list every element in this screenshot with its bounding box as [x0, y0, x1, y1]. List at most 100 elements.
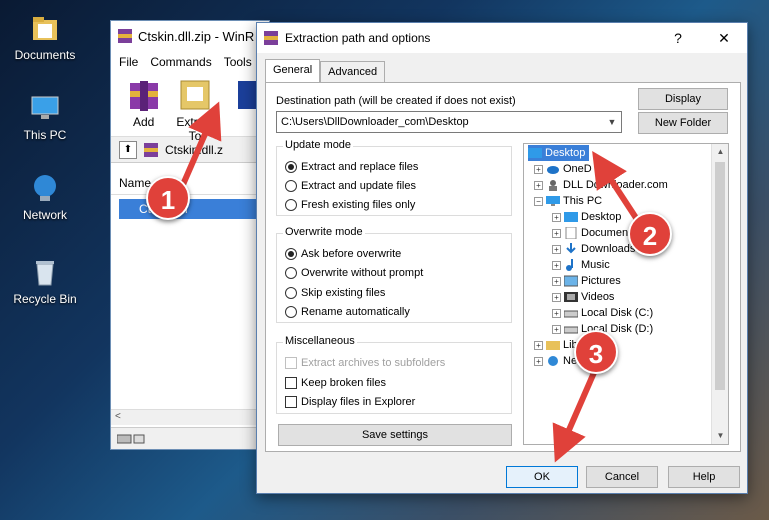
- radio-extract-replace[interactable]: Extract and replace files: [285, 159, 418, 175]
- tab-general[interactable]: General: [265, 59, 321, 83]
- expand-icon[interactable]: +: [534, 356, 543, 366]
- expand-icon[interactable]: +: [534, 164, 543, 174]
- add-button[interactable]: Add: [121, 77, 166, 136]
- help-title-button[interactable]: ?: [655, 23, 701, 53]
- tree-node-label: Desktop: [545, 147, 586, 159]
- radio-button[interactable]: [285, 161, 297, 173]
- checkbox-display-explorer[interactable]: Display files in Explorer: [285, 394, 415, 410]
- overwrite-mode-title: Overwrite mode: [283, 226, 365, 238]
- desktop-icon-label: Recycle Bin: [13, 292, 77, 306]
- file-row-selected[interactable]: Ctskin.dll: [119, 199, 269, 219]
- scroll-up-arrow[interactable]: ▲: [712, 144, 728, 160]
- extract-to-button[interactable]: Extract To: [172, 77, 217, 143]
- desktop-icon-this-pc[interactable]: This PC: [5, 92, 85, 142]
- tree-node-local-disk-c[interactable]: + Local Disk (C:): [552, 305, 653, 321]
- winrar-toolbar: Add Extract To: [111, 73, 269, 143]
- cancel-button[interactable]: Cancel: [586, 466, 658, 488]
- desktop-icon-network[interactable]: Network: [5, 172, 85, 222]
- horizontal-scrollbar[interactable]: <: [111, 409, 269, 425]
- tree-node-label: DLL Downloader.com: [563, 179, 668, 191]
- checkbox[interactable]: [285, 377, 297, 389]
- destination-path-value: C:\Users\DllDownloader_com\Desktop: [281, 116, 469, 128]
- save-settings-button[interactable]: Save settings: [278, 424, 512, 446]
- radio-overwrite-without-prompt[interactable]: Overwrite without prompt: [285, 265, 423, 281]
- expand-icon[interactable]: +: [552, 308, 561, 318]
- tree-node-label: Local Disk (C:): [581, 307, 654, 319]
- radio-button[interactable]: [285, 287, 297, 299]
- address-text[interactable]: Ctskin.dll.z: [165, 143, 223, 157]
- menu-commands[interactable]: Commands: [150, 55, 211, 69]
- desktop-icon-label: This PC: [23, 128, 67, 142]
- expand-icon[interactable]: +: [552, 292, 561, 302]
- winrar-menubar: File Commands Tools: [111, 51, 269, 73]
- tree-node-documents[interactable]: + Documen: [552, 225, 628, 241]
- tree-node-downloads[interactable]: + Downloads: [552, 241, 635, 257]
- expand-icon[interactable]: +: [534, 180, 543, 190]
- destination-path-combo[interactable]: C:\Users\DllDownloader_com\Desktop ▼: [276, 111, 622, 133]
- tab-advanced[interactable]: Advanced: [320, 61, 386, 83]
- dialog-title: Extraction path and options: [285, 31, 431, 45]
- desktop-folder-icon: [528, 147, 542, 159]
- desktop-icon-documents[interactable]: Documents: [5, 12, 85, 62]
- desktop-icon-recycle-bin[interactable]: Recycle Bin: [5, 256, 85, 306]
- tree-node-label: Music: [581, 259, 610, 271]
- pictures-icon: [563, 275, 579, 287]
- close-button[interactable]: ✕: [701, 23, 747, 53]
- tree-node-label: Pictures: [581, 275, 621, 287]
- expand-icon[interactable]: +: [552, 228, 561, 238]
- expand-icon[interactable]: +: [534, 340, 543, 350]
- download-icon: [564, 243, 578, 255]
- checkbox[interactable]: [285, 396, 297, 408]
- radio-button[interactable]: [285, 180, 297, 192]
- tree-node-videos[interactable]: + Videos: [552, 289, 614, 305]
- ok-button[interactable]: OK: [506, 466, 578, 488]
- miscellaneous-title: Miscellaneous: [283, 335, 357, 347]
- scroll-down-arrow[interactable]: ▼: [712, 428, 728, 444]
- tree-node-onedrive[interactable]: + OneD: [534, 161, 592, 177]
- tree-node-this-pc[interactable]: − This PC: [534, 193, 602, 209]
- display-button[interactable]: Display: [638, 88, 728, 110]
- radio-button[interactable]: [285, 306, 297, 318]
- folder-tree-view[interactable]: Desktop + OneD + DLL Downloader.com − Th…: [523, 143, 729, 445]
- radio-fresh-existing[interactable]: Fresh existing files only: [285, 197, 415, 213]
- tree-node-desktop-root[interactable]: Desktop: [528, 145, 590, 161]
- menu-file[interactable]: File: [119, 55, 138, 69]
- file-list: Name Ctskin.dll: [111, 171, 269, 427]
- tree-node-label: Desktop: [581, 211, 622, 223]
- up-folder-button[interactable]: ⬆: [119, 140, 137, 159]
- radio-ask-before[interactable]: Ask before overwrite: [285, 246, 401, 262]
- help-button[interactable]: Help: [668, 466, 740, 488]
- update-mode-title: Update mode: [283, 139, 354, 151]
- expand-icon[interactable]: +: [552, 244, 561, 254]
- tree-node-music[interactable]: + Music: [552, 257, 610, 273]
- checkbox: [285, 357, 297, 369]
- expand-icon[interactable]: +: [552, 260, 561, 270]
- desktop-icon-label: Network: [22, 208, 67, 222]
- tree-node-label: Documen: [581, 227, 629, 239]
- radio-button[interactable]: [285, 248, 297, 260]
- tree-node-desktop[interactable]: + Desktop: [552, 209, 621, 225]
- scroll-thumb[interactable]: [715, 162, 725, 390]
- expand-icon[interactable]: +: [552, 212, 561, 222]
- extract-to-label: Extract To: [176, 115, 214, 143]
- new-folder-button[interactable]: New Folder: [638, 112, 728, 134]
- radio-button[interactable]: [285, 199, 297, 211]
- radio-extract-update[interactable]: Extract and update files: [285, 178, 416, 194]
- checkbox-label: Extract archives to subfolders: [301, 357, 446, 369]
- scroll-left-arrow[interactable]: <: [115, 411, 121, 422]
- menu-tools[interactable]: Tools: [224, 55, 252, 69]
- chevron-down-icon[interactable]: ▼: [603, 112, 621, 132]
- expand-icon[interactable]: +: [552, 276, 561, 286]
- tree-node-pictures[interactable]: + Pictures: [552, 273, 621, 289]
- checkbox-keep-broken[interactable]: Keep broken files: [285, 375, 386, 391]
- tree-vertical-scrollbar[interactable]: ▲ ▼: [711, 144, 728, 444]
- drive-icon: [563, 307, 579, 319]
- tree-node-dll-downloader[interactable]: + DLL Downloader.com: [534, 177, 668, 193]
- drive-icon: [563, 323, 579, 335]
- radio-rename-automatically[interactable]: Rename automatically: [285, 304, 410, 320]
- expand-icon[interactable]: +: [552, 324, 561, 334]
- radio-button[interactable]: [285, 267, 297, 279]
- column-header-name[interactable]: Name: [111, 171, 269, 195]
- collapse-icon[interactable]: −: [534, 196, 543, 206]
- radio-skip-existing[interactable]: Skip existing files: [285, 285, 385, 301]
